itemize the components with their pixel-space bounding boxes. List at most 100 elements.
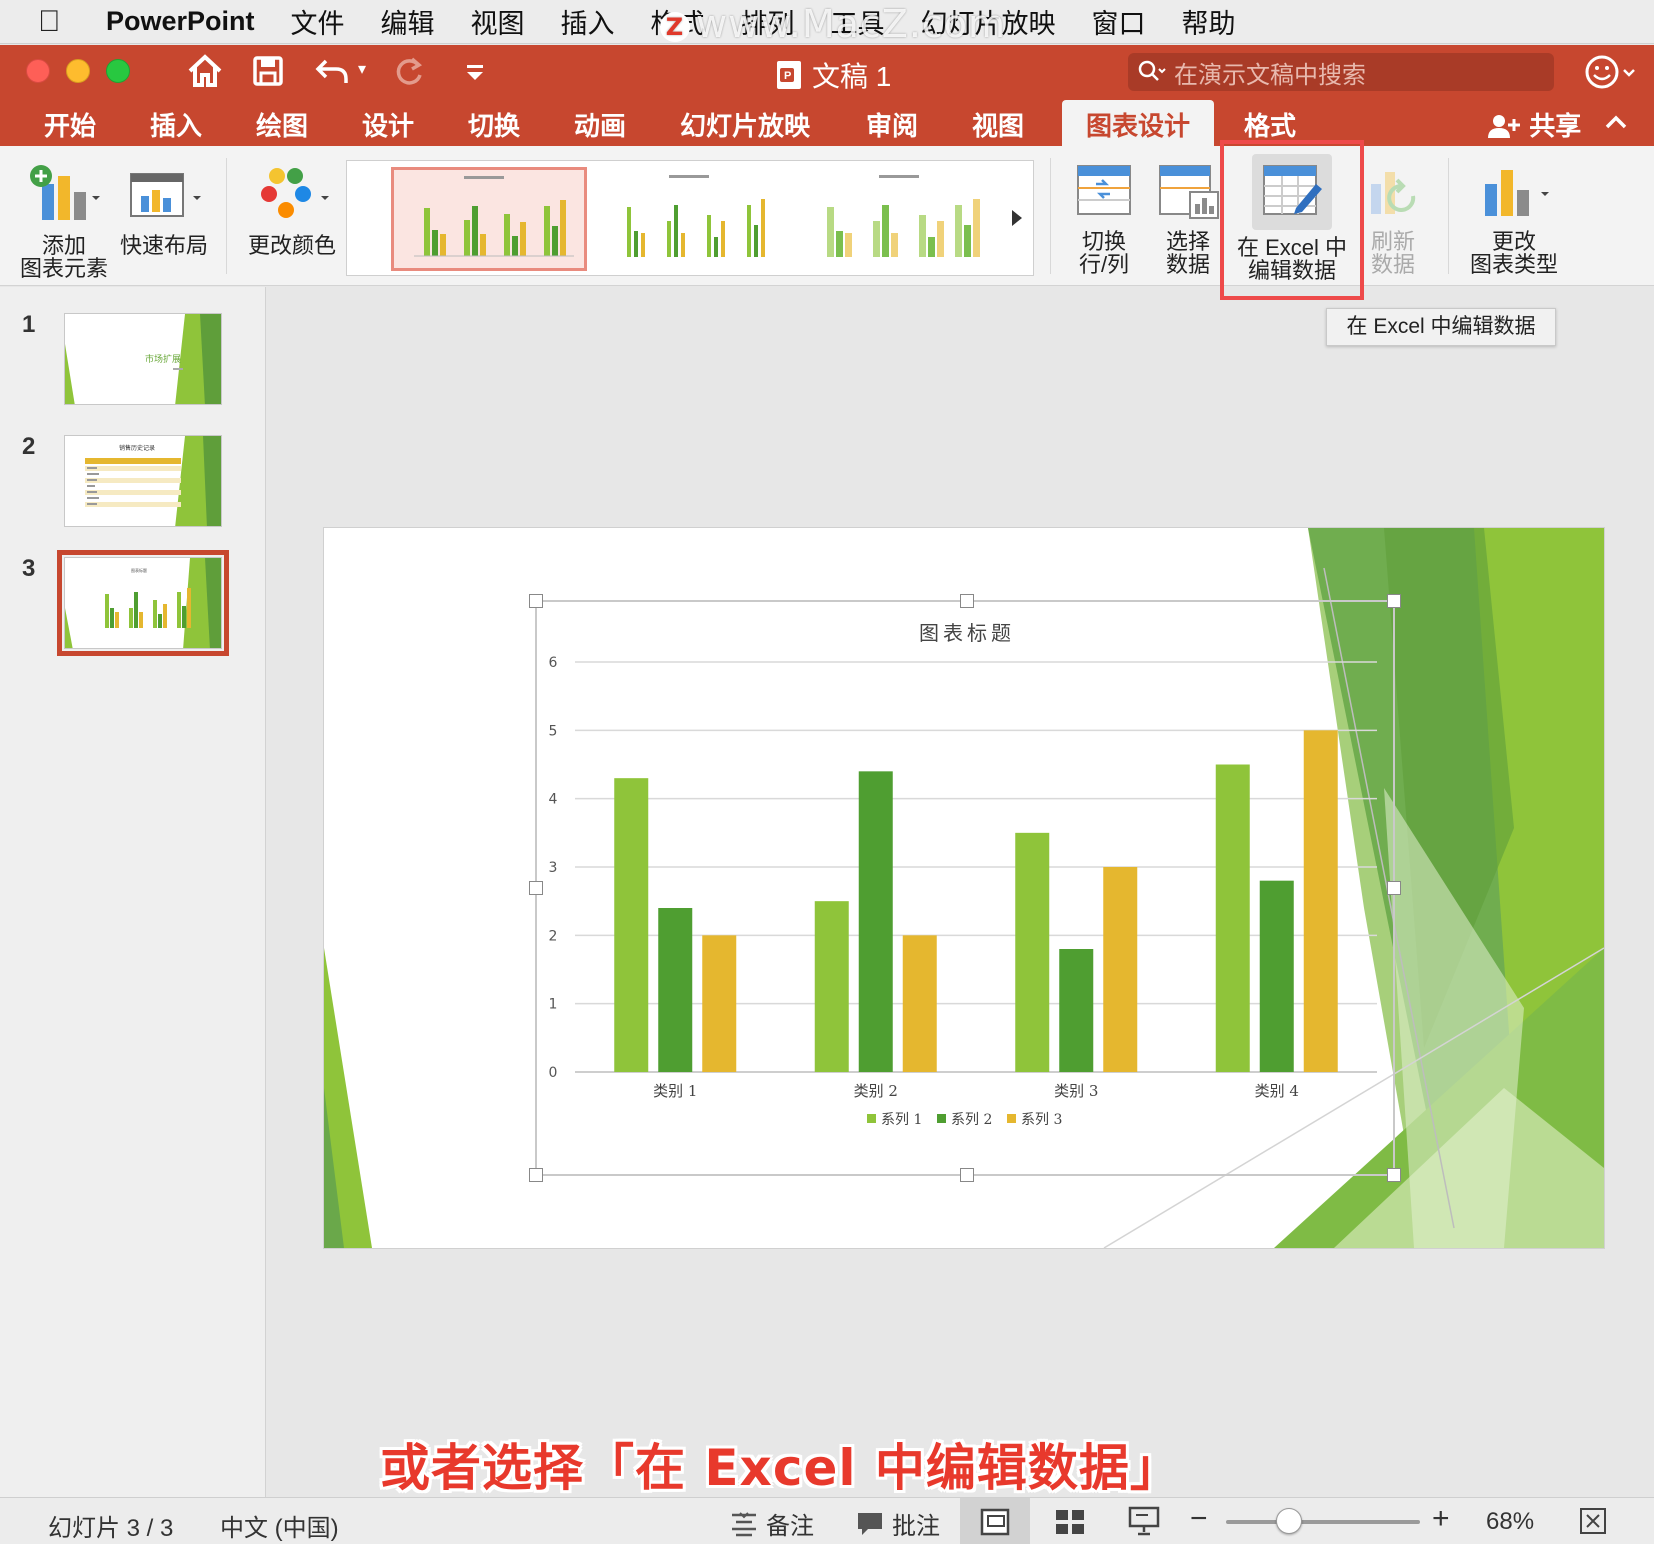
select-data-button[interactable]: 选择 数据 bbox=[1148, 162, 1228, 276]
resize-handle-top-right[interactable] bbox=[1387, 594, 1401, 608]
close-window-button[interactable] bbox=[26, 59, 50, 83]
redo-icon bbox=[396, 57, 423, 85]
resize-handle-top[interactable] bbox=[960, 594, 974, 608]
presenter-view-icon[interactable] bbox=[1128, 1506, 1160, 1536]
slide-number: 2 bbox=[22, 433, 36, 460]
chart-area[interactable]: 图表标题 0 1 2 3 4 5 6 类别 1 类别 2 类别 3 类别 4 系列 1 系列 2 系列 3 bbox=[537, 602, 1397, 1178]
tab-draw[interactable]: 绘图 bbox=[256, 106, 308, 143]
tab-home[interactable]: 开始 bbox=[44, 106, 96, 143]
ribbon-panel: 添加 图表元素 快速布局 更改颜色 切换 行/列 选择 数据 在 Excel 中… bbox=[0, 146, 1654, 286]
switch-row-column-button[interactable]: 切换 行/列 bbox=[1064, 162, 1144, 276]
x-tick-label: 类别 2 bbox=[854, 1082, 898, 1100]
menu-file[interactable]: 文件 bbox=[291, 2, 345, 41]
menu-insert[interactable]: 插入 bbox=[561, 2, 615, 41]
switch-row-column-label: 切换 行/列 bbox=[1078, 229, 1130, 277]
resize-handle-top-left[interactable] bbox=[529, 594, 543, 608]
resize-handle-left[interactable] bbox=[529, 881, 543, 895]
slide-number: 3 bbox=[22, 555, 36, 582]
zoom-slider[interactable] bbox=[1226, 1520, 1420, 1524]
customize-toolbar-icon[interactable] bbox=[464, 61, 486, 83]
change-colors-label: 更改颜色 bbox=[247, 233, 336, 258]
change-colors-button[interactable]: 更改颜色 bbox=[244, 162, 340, 257]
feedback-smiley-icon[interactable] bbox=[1584, 53, 1638, 91]
pptx-file-icon: P bbox=[777, 61, 801, 89]
bar bbox=[902, 935, 937, 1072]
resize-handle-right[interactable] bbox=[1387, 881, 1401, 895]
ribbon-tab-bar: 开始 插入 绘图 设计 切换 动画 幻灯片放映 审阅 视图 图表设计 格式 共享 bbox=[0, 98, 1654, 146]
change-chart-type-button[interactable]: 更改 图表类型 bbox=[1466, 162, 1562, 276]
legend-swatch bbox=[937, 1114, 946, 1123]
resize-handle-bottom-right[interactable] bbox=[1387, 1168, 1401, 1182]
slide-1-preview: 市场扩展 bbox=[65, 314, 221, 404]
tutorial-caption: 或者选择「在 Excel 中编辑数据」 bbox=[380, 1439, 1181, 1497]
slide-thumbnail-2[interactable]: 销售历史记录 bbox=[64, 435, 222, 527]
normal-view-button[interactable] bbox=[960, 1498, 1030, 1544]
tab-review[interactable]: 审阅 bbox=[866, 106, 918, 143]
menu-app-name[interactable]: PowerPoint bbox=[106, 6, 255, 37]
zoom-out-icon[interactable]: − bbox=[1190, 1502, 1208, 1536]
chart-title: 图表标题 bbox=[919, 621, 1015, 645]
tab-view[interactable]: 视图 bbox=[972, 106, 1024, 143]
share-button[interactable]: 共享 bbox=[1488, 106, 1581, 143]
slide-thumbnail-1[interactable]: 市场扩展 bbox=[64, 313, 222, 405]
gallery-next-icon[interactable] bbox=[1009, 207, 1025, 229]
zoom-percentage[interactable]: 68% bbox=[1486, 1508, 1534, 1536]
notes-button[interactable]: 备注 bbox=[730, 1506, 814, 1541]
change-chart-type-icon bbox=[1485, 170, 1549, 216]
add-chart-element-icon bbox=[30, 165, 100, 220]
legend-swatch bbox=[1007, 1114, 1016, 1123]
slide-canvas[interactable]: 图表标题 0 1 2 3 4 5 6 类别 1 类别 2 类别 3 类别 4 系列 1 系列 2 系列 3 bbox=[324, 528, 1604, 1248]
home-icon[interactable] bbox=[186, 53, 224, 89]
tab-transitions[interactable]: 切换 bbox=[468, 106, 520, 143]
resize-handle-bottom[interactable] bbox=[960, 1168, 974, 1182]
chart-style-3[interactable] bbox=[807, 167, 1003, 271]
tab-slideshow[interactable]: 幻灯片放映 bbox=[680, 106, 810, 143]
add-person-icon bbox=[1488, 115, 1520, 138]
zoom-in-icon[interactable]: + bbox=[1432, 1502, 1450, 1536]
menu-edit[interactable]: 编辑 bbox=[381, 2, 435, 41]
slide-sorter-view-icon[interactable] bbox=[1054, 1508, 1086, 1536]
minimize-window-button[interactable] bbox=[66, 59, 90, 83]
menu-help[interactable]: 帮助 bbox=[1182, 2, 1236, 41]
language-indicator[interactable]: 中文 (中国) bbox=[220, 1508, 339, 1543]
legend-swatch bbox=[867, 1114, 876, 1123]
bar bbox=[1015, 832, 1050, 1072]
tab-animations[interactable]: 动画 bbox=[574, 106, 626, 143]
slide-thumbnail-3[interactable]: 图表标题 bbox=[57, 550, 229, 656]
comments-button[interactable]: 批注 bbox=[856, 1506, 940, 1541]
tab-chart-design[interactable]: 图表设计 bbox=[1062, 100, 1215, 146]
comment-icon bbox=[858, 1512, 882, 1535]
annotation-highlight-box bbox=[1220, 140, 1364, 300]
save-icon[interactable] bbox=[252, 55, 284, 87]
chart-style-3-preview bbox=[827, 175, 980, 257]
fit-to-window-icon[interactable] bbox=[1578, 1506, 1608, 1536]
tab-format[interactable]: 格式 bbox=[1244, 106, 1296, 143]
search-input[interactable]: 在演示文稿中搜索 bbox=[1128, 53, 1554, 91]
tab-design[interactable]: 设计 bbox=[362, 106, 414, 143]
undo-dropdown-icon[interactable]: ▾ bbox=[358, 59, 366, 79]
collapse-ribbon-icon[interactable] bbox=[1604, 114, 1628, 130]
chart-style-2-preview bbox=[627, 175, 765, 257]
zoom-window-button[interactable] bbox=[106, 59, 130, 83]
undo-icon[interactable] bbox=[314, 55, 354, 87]
tab-insert[interactable]: 插入 bbox=[150, 106, 202, 143]
apple-icon[interactable]:  bbox=[38, 5, 78, 39]
chart-style-1[interactable] bbox=[391, 167, 587, 271]
bar bbox=[658, 908, 693, 1072]
zoom-slider-knob[interactable] bbox=[1276, 1508, 1302, 1534]
quick-layout-button[interactable]: 快速布局 bbox=[118, 162, 210, 257]
menu-view[interactable]: 视图 bbox=[471, 2, 525, 41]
menu-window[interactable]: 窗口 bbox=[1092, 2, 1146, 41]
ribbon-separator bbox=[1448, 158, 1449, 274]
chart-style-2[interactable] bbox=[597, 167, 793, 271]
y-tick-label: 6 bbox=[549, 655, 558, 671]
x-tick-label: 类别 4 bbox=[1255, 1082, 1299, 1100]
slide-3-preview: 图表标题 bbox=[65, 558, 221, 648]
resize-handle-bottom-left[interactable] bbox=[529, 1168, 543, 1182]
add-chart-element-button[interactable]: 添加 图表元素 bbox=[16, 162, 112, 280]
bar bbox=[858, 771, 893, 1072]
bar bbox=[702, 935, 737, 1072]
chart-selection-frame[interactable]: 图表标题 0 1 2 3 4 5 6 类别 1 类别 2 类别 3 类别 4 系列 1 系列 2 系列 3 bbox=[529, 594, 1401, 1182]
refresh-data-icon bbox=[1371, 172, 1416, 214]
quick-layout-label: 快速布局 bbox=[119, 233, 208, 258]
